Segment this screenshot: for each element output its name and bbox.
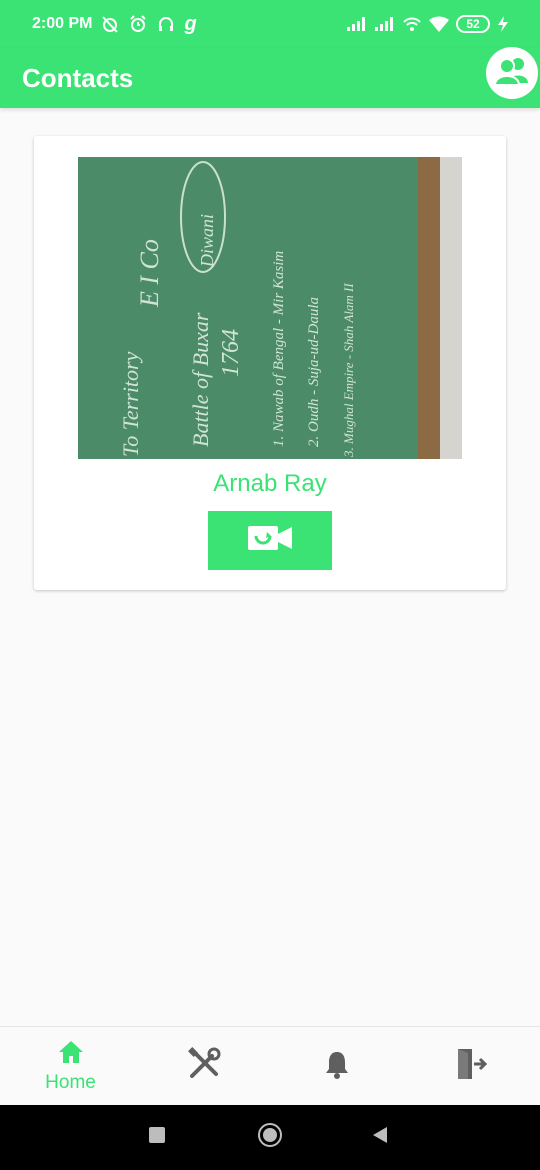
- page-title: Contacts: [22, 62, 134, 93]
- recents-icon: [148, 1126, 166, 1149]
- contacts-group-button[interactable]: [486, 47, 538, 99]
- photo-text-8: E I Co: [135, 239, 164, 308]
- photo-text-6: 2. Oudh - Suja-ud-Daula: [306, 297, 322, 447]
- nav-home[interactable]: Home: [3, 1027, 138, 1106]
- contact-card: To Territory Battle of Buxar 1764 Diwani…: [34, 136, 506, 590]
- app-bar: Contacts: [0, 47, 540, 108]
- bottom-navigation: Home: [0, 1026, 540, 1105]
- contact-name[interactable]: Arnab Ray: [34, 470, 506, 498]
- home-circle-icon: [257, 1122, 283, 1153]
- group-icon: [492, 51, 532, 96]
- signal-icon: [346, 16, 368, 32]
- bell-icon: [324, 1049, 350, 1084]
- nav-notifications[interactable]: [269, 1027, 404, 1106]
- nav-home-label: Home: [45, 1072, 96, 1093]
- alarm-off-icon: [100, 14, 120, 34]
- home-icon: [57, 1039, 85, 1070]
- logout-icon: [452, 1046, 488, 1087]
- battery-level: 52: [466, 17, 480, 31]
- photo-text-2: Battle of Buxar: [188, 312, 213, 447]
- hotspot-icon: [402, 15, 422, 33]
- video-call-button[interactable]: [208, 511, 332, 570]
- back-icon: [371, 1126, 389, 1149]
- photo-text-7: 3. Mughal Empire - Shah Alam II: [341, 283, 356, 458]
- alarm-icon: [128, 14, 148, 34]
- nav-logout[interactable]: [402, 1027, 537, 1106]
- photo-text-3: 1764: [218, 329, 244, 377]
- headset-icon: [156, 14, 176, 34]
- wifi-icon: [428, 15, 450, 33]
- system-navigation-bar: [0, 1105, 540, 1170]
- carrier-glyph: g: [184, 12, 197, 35]
- contact-photo: To Territory Battle of Buxar 1764 Diwani…: [78, 157, 462, 459]
- video-call-icon: [247, 524, 293, 557]
- battery-indicator: 52: [456, 15, 490, 33]
- system-home-button[interactable]: [250, 1105, 290, 1170]
- back-button[interactable]: [360, 1105, 400, 1170]
- signal-icon: [374, 16, 396, 32]
- status-time: 2:00 PM: [32, 15, 93, 32]
- tools-icon: [186, 1046, 222, 1087]
- photo-text-1: To Territory: [118, 351, 143, 457]
- recents-button[interactable]: [137, 1105, 177, 1170]
- status-bar: 2:00 PM g 52: [0, 0, 540, 48]
- charging-icon: [496, 15, 510, 33]
- photo-text-5: 1. Nawab of Bengal - Mir Kasim: [271, 251, 287, 447]
- photo-text-4: Diwani: [197, 214, 217, 268]
- nav-tools[interactable]: [136, 1027, 271, 1106]
